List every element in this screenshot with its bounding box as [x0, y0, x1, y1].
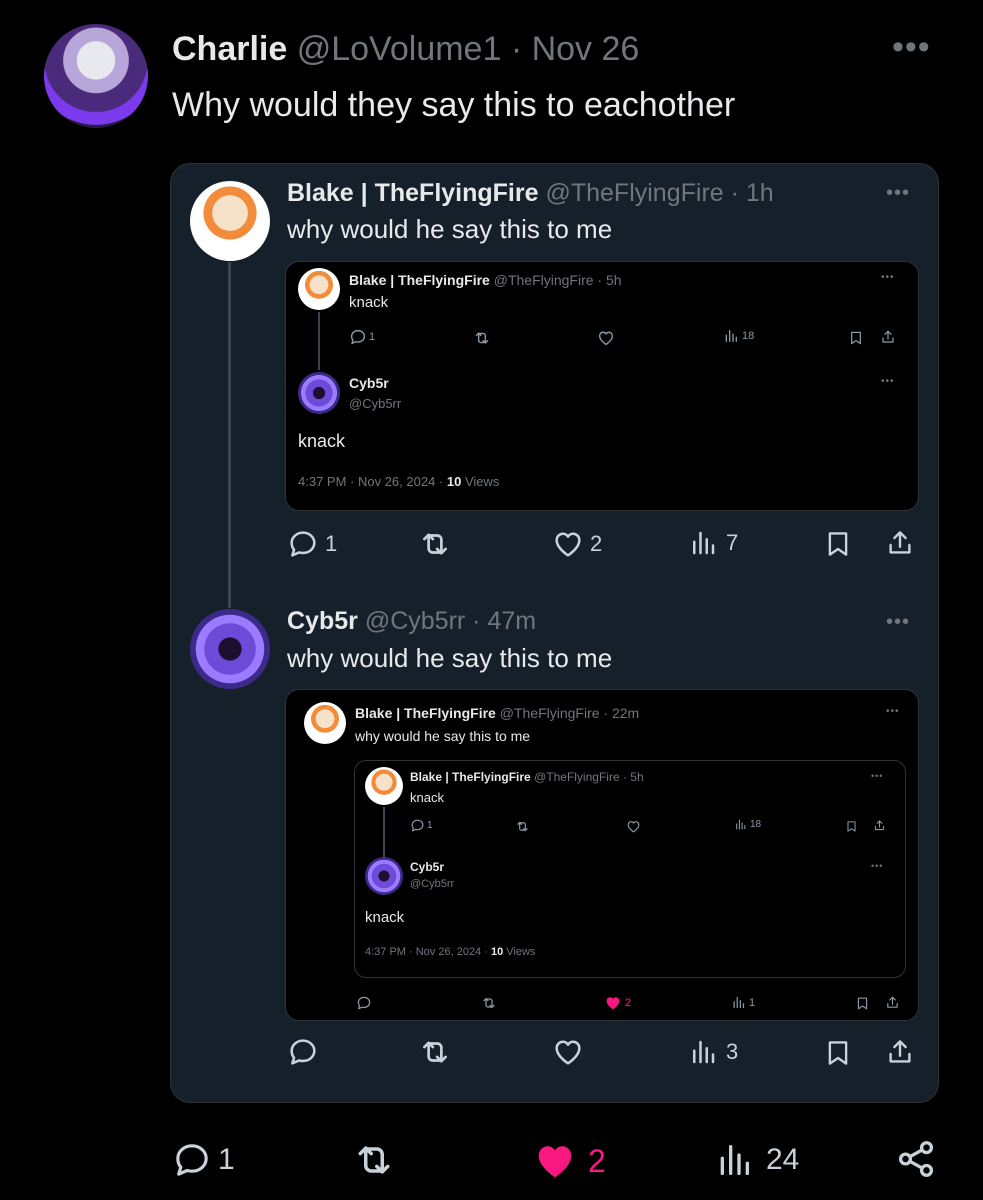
- avatar: [304, 702, 346, 744]
- avatar[interactable]: [44, 24, 148, 128]
- post-header: Blake | TheFlyingFire @TheFlyingFire · 2…: [355, 705, 640, 721]
- share-icon: [873, 819, 886, 832]
- post-time[interactable]: Nov 26: [532, 30, 640, 68]
- like-icon: [552, 528, 584, 560]
- avatar: [365, 857, 403, 895]
- avatar: [298, 372, 340, 414]
- author-name: Cyb5r: [349, 375, 389, 391]
- like-button[interactable]: 2: [532, 1138, 606, 1184]
- views-button[interactable]: 24: [714, 1140, 799, 1180]
- views-button[interactable]: 3: [688, 1037, 738, 1067]
- reply-icon: [410, 818, 425, 833]
- like-icon: [604, 994, 622, 1012]
- share-icon: [885, 995, 900, 1010]
- views-icon: [723, 328, 739, 344]
- post-header: Blake | TheFlyingFire @TheFlyingFire · 1…: [287, 179, 774, 207]
- author-name[interactable]: Blake | TheFlyingFire: [287, 179, 539, 207]
- like-icon[interactable]: [552, 1036, 584, 1068]
- more-icon: •••: [881, 272, 895, 283]
- thread-line: [383, 807, 385, 857]
- thread-line: [228, 262, 231, 608]
- bookmark-icon[interactable]: [823, 1038, 853, 1068]
- like-icon: [597, 329, 615, 347]
- author-name[interactable]: Charlie: [172, 30, 287, 68]
- author-handle[interactable]: @Cyb5rr: [365, 607, 465, 635]
- post-text: Why would they say this to eachother: [172, 86, 736, 124]
- share-icon: [880, 329, 896, 345]
- reply-icon: [356, 995, 372, 1011]
- reply-icon: [172, 1140, 212, 1180]
- more-icon: •••: [871, 861, 884, 871]
- avatar: [298, 268, 340, 310]
- thread-line: [318, 312, 320, 370]
- post-meta: 4:37 PM · Nov 26, 2024 · 10 Views: [298, 474, 500, 489]
- more-icon[interactable]: •••: [886, 611, 910, 634]
- avatar: [365, 767, 403, 805]
- more-icon[interactable]: •••: [886, 182, 910, 205]
- like-icon: [626, 819, 641, 834]
- bookmark-icon: [848, 330, 864, 346]
- retweet-icon[interactable]: [418, 527, 452, 561]
- more-icon: •••: [881, 376, 895, 387]
- author-name: Cyb5r: [410, 860, 445, 874]
- like-icon: [532, 1138, 578, 1184]
- post-text: knack: [349, 294, 389, 311]
- reply-stat: 1: [410, 818, 433, 833]
- author-handle[interactable]: @TheFlyingFire: [545, 179, 723, 207]
- like-button[interactable]: 2: [552, 528, 602, 560]
- bookmark-icon: [845, 820, 858, 833]
- bookmark-icon: [855, 996, 870, 1011]
- author-handle: @Cyb5rr: [410, 878, 455, 890]
- views-icon: [734, 818, 747, 831]
- retweet-icon: [515, 819, 530, 834]
- author-handle: @Cyb5rr: [349, 396, 402, 411]
- post-text: knack: [298, 431, 346, 451]
- retweet-icon: [473, 329, 491, 347]
- more-icon: •••: [886, 706, 900, 717]
- post-text: why would he say this to me: [287, 643, 613, 673]
- share-icon[interactable]: [885, 1037, 915, 1067]
- share-icon[interactable]: [885, 528, 915, 558]
- views-stat: 1: [731, 995, 755, 1010]
- post-header: Blake | TheFlyingFire @TheFlyingFire · 5…: [410, 770, 644, 784]
- post-meta: 4:37 PM · Nov 26, 2024 · 10 Views: [365, 946, 536, 958]
- post-time[interactable]: 47m: [487, 607, 536, 635]
- more-icon[interactable]: •••: [892, 28, 931, 67]
- author-handle[interactable]: @LoVolume1: [297, 30, 502, 68]
- post-text: knack: [365, 909, 405, 926]
- avatar[interactable]: [190, 181, 270, 261]
- reply-icon: [287, 528, 319, 560]
- like-stat: 2: [604, 994, 631, 1012]
- views-icon: [714, 1140, 754, 1180]
- views-button[interactable]: 7: [688, 528, 738, 558]
- views-stat: 18: [723, 328, 754, 344]
- post-time[interactable]: 1h: [746, 179, 774, 207]
- views-stat: 18: [734, 818, 761, 831]
- reply-icon[interactable]: [287, 1036, 319, 1068]
- reply-button[interactable]: 1: [287, 528, 337, 560]
- post-text: why would he say this to me: [287, 214, 613, 244]
- post-header: Blake | TheFlyingFire @TheFlyingFire · 5…: [349, 272, 622, 288]
- retweet-icon[interactable]: [418, 1035, 452, 1069]
- post-text: knack: [410, 790, 444, 805]
- avatar[interactable]: [190, 609, 270, 689]
- retweet-icon[interactable]: [352, 1138, 396, 1182]
- reply-button[interactable]: 1: [172, 1140, 235, 1180]
- views-icon: [731, 995, 746, 1010]
- post-header: Charlie @LoVolume1 · Nov 26: [172, 30, 640, 68]
- author-name[interactable]: Cyb5r: [287, 607, 358, 635]
- reply-stat: 1: [349, 328, 375, 346]
- retweet-icon: [481, 995, 497, 1011]
- share-network-icon[interactable]: [895, 1138, 937, 1180]
- more-icon: •••: [871, 771, 884, 781]
- reply-icon: [349, 328, 367, 346]
- bookmark-icon[interactable]: [823, 529, 853, 559]
- post-header: Cyb5r @Cyb5rr · 47m: [287, 607, 537, 635]
- views-icon: [688, 1037, 718, 1067]
- post-text: why would he say this to me: [355, 728, 531, 744]
- views-icon: [688, 528, 718, 558]
